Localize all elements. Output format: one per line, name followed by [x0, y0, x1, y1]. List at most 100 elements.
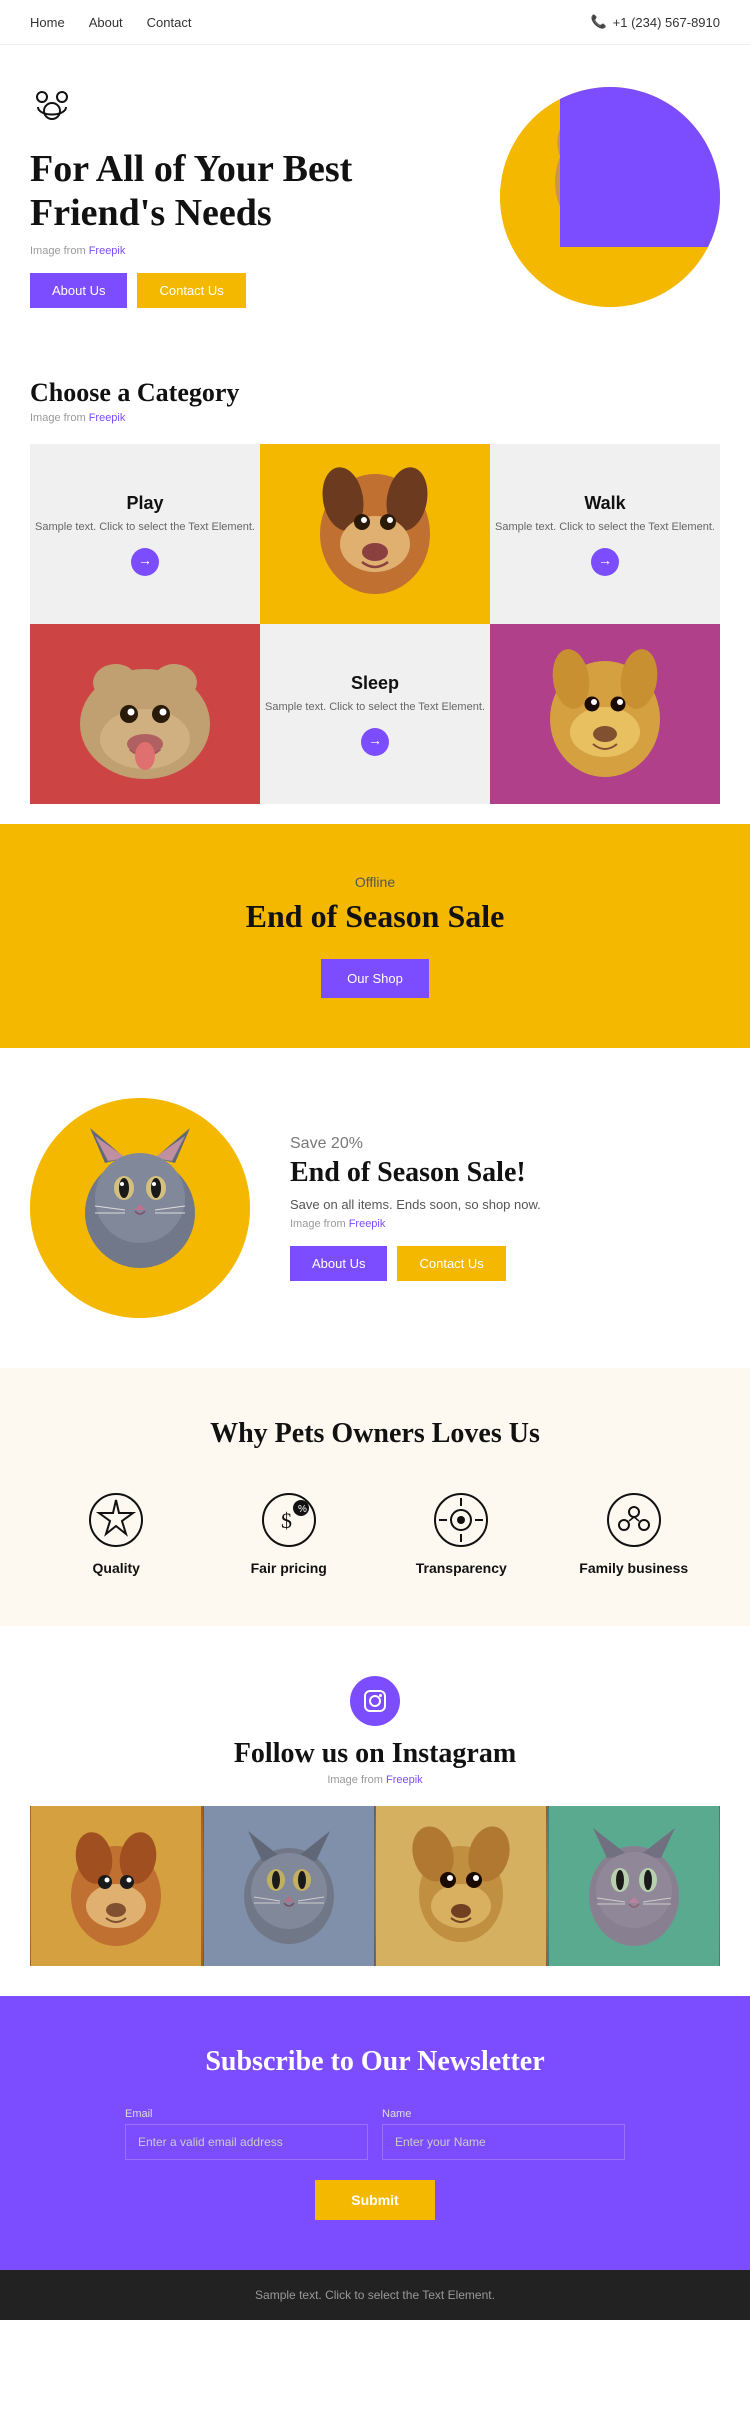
- newsletter-form-row: Email Name: [125, 2108, 625, 2160]
- nav-contact[interactable]: Contact: [147, 15, 192, 30]
- instagram-title: Follow us on Instagram: [30, 1738, 720, 1770]
- sale-label: Offline: [30, 874, 720, 890]
- save-content: Save 20% End of Season Sale! Save on all…: [290, 1135, 720, 1281]
- why-grid: Quality $ % Fair pricing: [30, 1490, 720, 1576]
- category-credit-link[interactable]: Freepik: [89, 412, 126, 424]
- goldie-svg: [490, 624, 720, 804]
- category-section: Choose a Category Image from Freepik Pla…: [0, 338, 750, 824]
- hero-contact-button[interactable]: Contact Us: [137, 273, 245, 308]
- hero-credit-link[interactable]: Freepik: [89, 245, 126, 257]
- instagram-credit: Image from Freepik: [30, 1774, 720, 1786]
- save-credit-link[interactable]: Freepik: [349, 1218, 386, 1230]
- save-about-button[interactable]: About Us: [290, 1246, 387, 1281]
- name-label: Name: [382, 2108, 411, 2120]
- save-credit: Image from Freepik: [290, 1218, 720, 1230]
- name-group: Name: [382, 2108, 625, 2160]
- fair-pricing-svg-icon: $ %: [259, 1490, 319, 1550]
- save-percent: Save 20%: [290, 1135, 720, 1153]
- category-walk-arrow[interactable]: →: [591, 548, 619, 576]
- insta-chihuahua-svg: [376, 1806, 546, 1966]
- sale-title: End of Season Sale: [30, 898, 720, 935]
- newsletter-title: Subscribe to Our Newsletter: [30, 2046, 720, 2078]
- hero-title: For All of Your Best Friend's Needs: [30, 148, 470, 235]
- instagram-photo-tabby[interactable]: [548, 1806, 721, 1966]
- why-transparency: Transparency: [391, 1490, 531, 1576]
- why-transparency-label: Transparency: [416, 1560, 507, 1576]
- category-image-beagle: [260, 444, 490, 624]
- pets-logo-icon: [30, 85, 74, 129]
- instagram-icon: [350, 1676, 400, 1726]
- hero-section: For All of Your Best Friend's Needs Imag…: [0, 45, 750, 338]
- nav-about[interactable]: About: [89, 15, 123, 30]
- category-sleep[interactable]: Sleep Sample text. Click to select the T…: [260, 624, 490, 804]
- instagram-photo-dog[interactable]: [30, 1806, 203, 1966]
- sale-banner: Offline End of Season Sale Our Shop: [0, 824, 750, 1048]
- nav-phone: 📞 +1 (234) 567-8910: [590, 14, 720, 30]
- category-walk-text: Sample text. Click to select the Text El…: [495, 520, 715, 535]
- instagram-photo-cat[interactable]: [203, 1806, 376, 1966]
- cat-svg: [30, 1098, 250, 1318]
- category-sleep-text: Sample text. Click to select the Text El…: [265, 700, 485, 715]
- category-play[interactable]: Play Sample text. Click to select the Te…: [30, 444, 260, 624]
- bulldog-svg: [30, 624, 260, 804]
- why-family-business: Family business: [564, 1490, 704, 1576]
- save-description: Save on all items. Ends soon, so shop no…: [290, 1197, 720, 1212]
- instagram-grid: [30, 1806, 720, 1966]
- hero-purple-bg: [560, 87, 720, 247]
- email-label: Email: [125, 2108, 153, 2120]
- category-walk-title: Walk: [584, 493, 625, 514]
- category-image-bulldog: [30, 624, 260, 804]
- category-walk[interactable]: Walk Sample text. Click to select the Te…: [490, 444, 720, 624]
- nav-home[interactable]: Home: [30, 15, 65, 30]
- name-input[interactable]: [382, 2124, 625, 2160]
- transparency-icon: [431, 1490, 491, 1550]
- save-sale-title: End of Season Sale!: [290, 1157, 720, 1189]
- category-sleep-arrow[interactable]: →: [361, 728, 389, 756]
- why-fair-pricing-label: Fair pricing: [251, 1560, 327, 1576]
- category-grid: Play Sample text. Click to select the Te…: [30, 444, 720, 804]
- family-business-svg-icon: [604, 1490, 664, 1550]
- category-sleep-title: Sleep: [351, 673, 399, 694]
- fair-pricing-icon: $ %: [259, 1490, 319, 1550]
- save-section: Save 20% End of Season Sale! Save on all…: [0, 1048, 750, 1368]
- instagram-svg-icon: [363, 1689, 387, 1713]
- why-title: Why Pets Owners Loves Us: [30, 1418, 720, 1450]
- email-input[interactable]: [125, 2124, 368, 2160]
- why-quality: Quality: [46, 1490, 186, 1576]
- footer-text: Sample text. Click to select the Text El…: [30, 2288, 720, 2302]
- nav-links: Home About Contact: [30, 15, 191, 30]
- phone-icon: 📞: [590, 14, 606, 30]
- save-contact-button[interactable]: Contact Us: [397, 1246, 505, 1281]
- insta-dog-svg: [31, 1806, 201, 1966]
- hero-text: For All of Your Best Friend's Needs Imag…: [30, 85, 470, 308]
- category-play-title: Play: [126, 493, 163, 514]
- instagram-credit-link[interactable]: Freepik: [386, 1774, 423, 1786]
- quality-icon: [86, 1490, 146, 1550]
- why-quality-label: Quality: [93, 1560, 140, 1576]
- instagram-section: Follow us on Instagram Image from Freepi…: [0, 1626, 750, 1996]
- hero-logo: [30, 85, 470, 134]
- svg-text:%: %: [298, 1504, 307, 1515]
- email-group: Email: [125, 2108, 368, 2160]
- svg-text:$: $: [281, 1508, 292, 1533]
- transparency-svg-icon: [431, 1490, 491, 1550]
- why-fair-pricing: $ % Fair pricing: [219, 1490, 359, 1576]
- hero-credit: Image from Freepik: [30, 245, 470, 257]
- category-play-arrow[interactable]: →: [131, 548, 159, 576]
- hero-buttons: About Us Contact Us: [30, 273, 470, 308]
- hero-about-button[interactable]: About Us: [30, 273, 127, 308]
- sale-shop-button[interactable]: Our Shop: [321, 959, 429, 998]
- newsletter-section: Subscribe to Our Newsletter Email Name S…: [0, 1996, 750, 2270]
- category-credit: Image from Freepik: [30, 412, 720, 424]
- save-cat-image: [30, 1098, 250, 1318]
- hero-image: [500, 87, 720, 307]
- category-title: Choose a Category: [30, 378, 720, 408]
- footer: Sample text. Click to select the Text El…: [0, 2270, 750, 2320]
- instagram-photo-chihuahua[interactable]: [375, 1806, 548, 1966]
- insta-tabby-svg: [549, 1806, 719, 1966]
- submit-button[interactable]: Submit: [315, 2180, 434, 2220]
- family-business-icon: [604, 1490, 664, 1550]
- category-play-text: Sample text. Click to select the Text El…: [35, 520, 255, 535]
- beagle-svg: [260, 444, 490, 624]
- main-nav: Home About Contact 📞 +1 (234) 567-8910: [0, 0, 750, 45]
